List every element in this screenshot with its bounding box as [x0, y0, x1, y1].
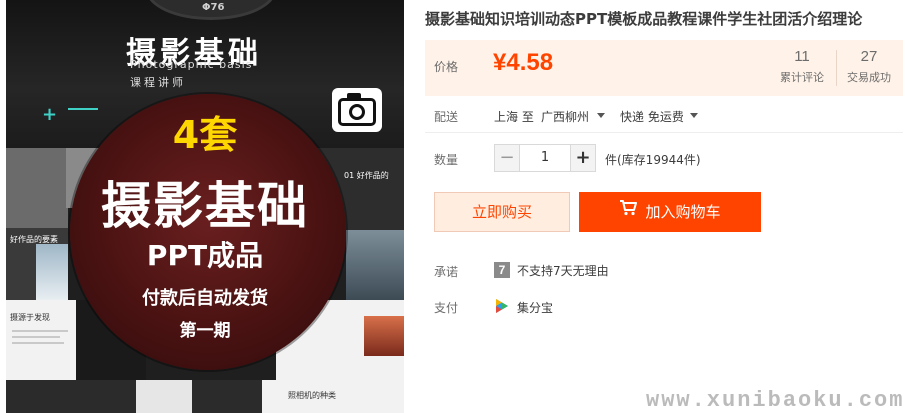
cart-icon	[619, 191, 638, 231]
jifenbao-icon	[496, 299, 508, 313]
shipping-label: 配送	[434, 110, 459, 124]
promise-label: 承诺	[434, 265, 459, 279]
price-label: 价格	[434, 60, 459, 74]
payment-label: 支付	[434, 301, 459, 315]
image-subtitle-cn: 课程讲师	[130, 76, 186, 89]
promise-text: 不支持7天无理由	[517, 264, 609, 278]
badge-main-text: 摄影基础	[101, 177, 309, 235]
text-line	[12, 342, 64, 344]
divider	[425, 132, 903, 133]
stock-info: 件(库存19944件)	[605, 153, 701, 167]
seven-day-icon: 7	[494, 262, 510, 278]
quantity-label: 数量	[434, 153, 459, 167]
product-title: 摄影基础知识培训动态PPT模板成品教程课件学生社团活介绍理论	[425, 10, 863, 28]
quantity-input[interactable]: 1	[520, 144, 570, 172]
reviews-stat[interactable]: 11 累计评论	[769, 48, 835, 85]
payment-method-text: 集分宝	[517, 301, 554, 315]
add-to-cart-button[interactable]: 加入购物车	[579, 192, 761, 232]
deals-stat[interactable]: 27 交易成功	[836, 48, 902, 85]
chevron-down-icon[interactable]	[597, 113, 605, 118]
badge-auto-delivery-text: 付款后自动发货	[142, 288, 268, 309]
badge-phase-text: 第一期	[179, 321, 231, 341]
price-value: ¥4.58	[493, 49, 554, 76]
buy-now-button[interactable]: 立即购买	[434, 192, 570, 232]
add-to-cart-label: 加入购物车	[645, 203, 721, 221]
chevron-down-icon[interactable]	[690, 113, 698, 118]
reviews-label: 累计评论	[780, 71, 824, 84]
slide-thumb	[6, 380, 136, 413]
shipping-method-select[interactable]: 快递 免运费	[620, 108, 684, 125]
slide-thumb	[192, 380, 262, 413]
site-watermark: www.xunibaoku.com	[646, 388, 905, 413]
product-main-image[interactable]: Φ76 摄影基础 Photographic basis 课程讲师 + 好作品的要…	[6, 0, 404, 413]
badge-count-text: 4套	[172, 113, 238, 157]
badge-ppt-text: PPT成品	[146, 239, 264, 272]
quantity-decrease-button[interactable]: −	[494, 144, 520, 172]
lens-text: Φ76	[202, 2, 225, 13]
shipping-destination-select[interactable]: 广西柳州	[541, 108, 589, 125]
shipping-from: 上海 至	[494, 110, 534, 124]
slide-thumb-text: 照相机的种类	[288, 391, 336, 400]
quantity-increase-button[interactable]: +	[570, 144, 596, 172]
image-subtitle-en: Photographic basis	[130, 58, 253, 71]
reviews-count: 11	[794, 48, 810, 65]
price-panel: 价格 ¥4.58 11 累计评论 27 交易成功	[425, 40, 903, 96]
deals-count: 27	[860, 48, 878, 65]
deals-label: 交易成功	[847, 71, 891, 84]
slide-thumb	[136, 380, 192, 413]
